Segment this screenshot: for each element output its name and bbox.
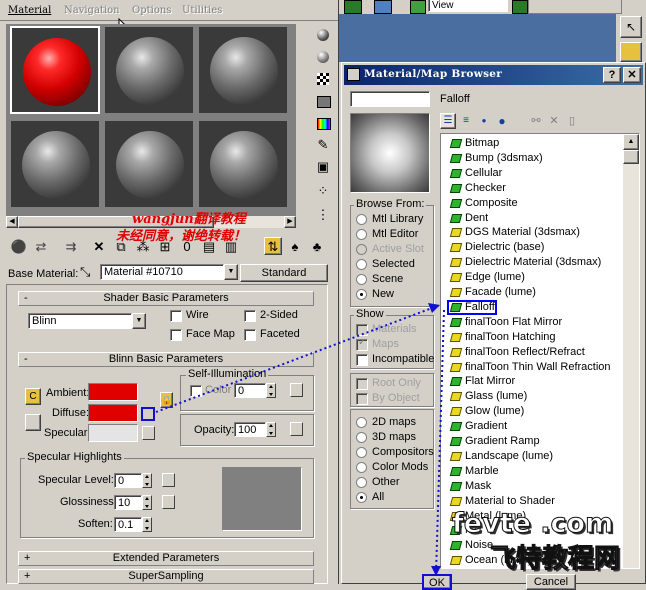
annotation-arrows [155,303,445,576]
diffuse-to-falloff-arrow [155,304,441,413]
arrowhead-icon [428,303,440,313]
falloff-to-ok-arrow [435,309,445,575]
arrowhead-icon [431,566,441,576]
